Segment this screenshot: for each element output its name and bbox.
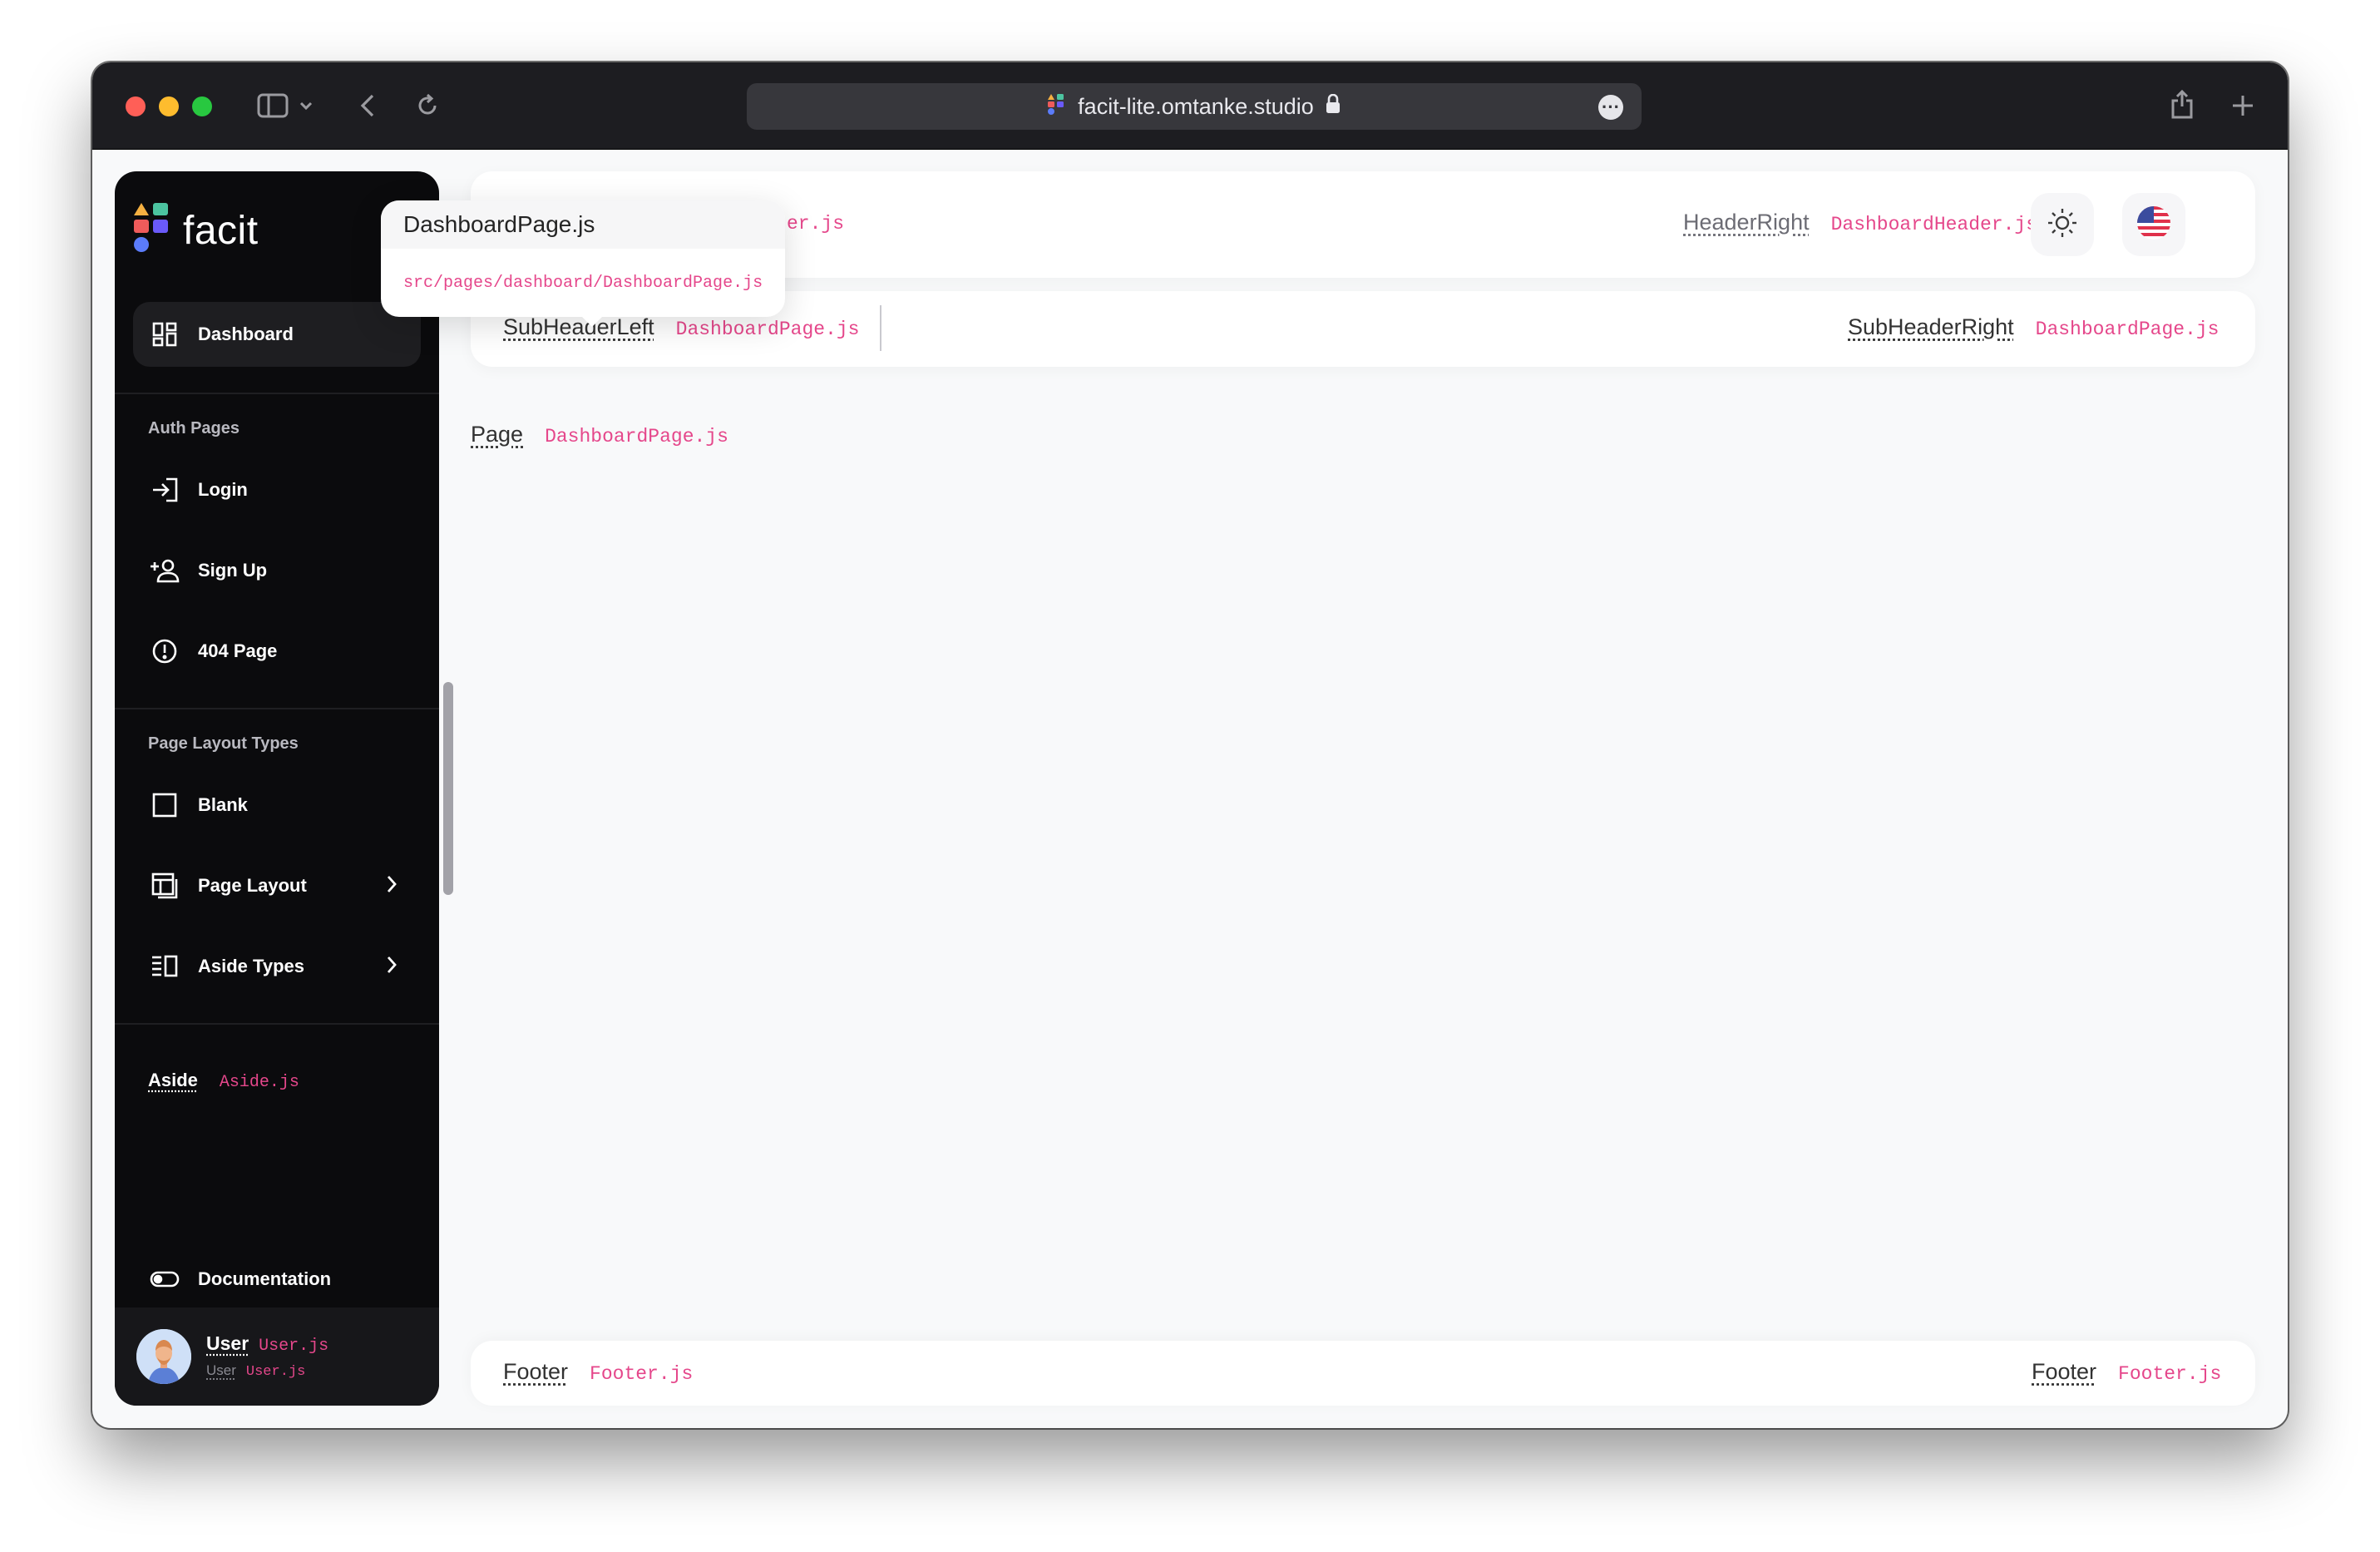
sidebar-toggle-icon[interactable] bbox=[255, 89, 290, 122]
footer-right-file: Footer.js bbox=[2118, 1363, 2222, 1385]
facit-logo-icon bbox=[133, 201, 170, 260]
nav-dashboard-label: Dashboard bbox=[198, 324, 294, 344]
new-tab-icon[interactable] bbox=[2228, 91, 2258, 121]
login-icon bbox=[150, 475, 180, 505]
nav-sign-up-label: Sign Up bbox=[198, 560, 268, 581]
address-bar[interactable]: facit-lite.omtanke.studio ··· bbox=[747, 83, 1642, 130]
nav-page-layout[interactable]: Page Layout bbox=[133, 853, 421, 918]
user-name-file: User.js bbox=[259, 1337, 329, 1356]
nav-blank[interactable]: Blank bbox=[133, 773, 421, 838]
subheader-left-label: SubHeaderLeft bbox=[503, 314, 654, 339]
footer-left: Footer Footer.js bbox=[503, 1359, 693, 1385]
user-menu[interactable]: User User.js User User.js bbox=[115, 1307, 439, 1406]
section-page-layout-types: Page Layout Types bbox=[148, 734, 299, 753]
popover-arrow bbox=[580, 315, 604, 327]
popover-title: DashboardPage.js bbox=[381, 200, 785, 249]
header-right-file: DashboardHeader.js bbox=[1830, 214, 2038, 235]
lock-icon bbox=[1326, 93, 1341, 120]
brand-logo[interactable]: facit bbox=[133, 201, 259, 260]
aside-divider bbox=[115, 393, 439, 394]
subheader-separator bbox=[880, 305, 881, 351]
language-button[interactable] bbox=[2122, 193, 2185, 256]
chevron-right-icon bbox=[386, 874, 397, 899]
subheader-right-file: DashboardPage.js bbox=[2035, 319, 2220, 340]
toggle-icon bbox=[150, 1264, 180, 1294]
nav-404-label: 404 Page bbox=[198, 640, 278, 661]
sun-icon bbox=[2046, 206, 2079, 244]
file-path-popover: DashboardPage.js src/pages/dashboard/Das… bbox=[381, 200, 785, 327]
header-left: er.js bbox=[787, 213, 844, 235]
site-favicon-icon bbox=[1048, 93, 1066, 121]
nav-aside-types[interactable]: Aside Types bbox=[133, 934, 421, 999]
footer-right: Footer Footer.js bbox=[2032, 1359, 2221, 1385]
us-flag-icon bbox=[2136, 205, 2172, 245]
user-role-file: User.js bbox=[245, 1364, 306, 1380]
subheader-left-file: DashboardPage.js bbox=[675, 319, 860, 340]
user-name-row: User User.js bbox=[206, 1332, 328, 1356]
reload-icon[interactable] bbox=[413, 91, 442, 121]
nav-dashboard[interactable]: Dashboard bbox=[133, 302, 421, 367]
page-layout-icon bbox=[150, 871, 180, 901]
back-icon[interactable] bbox=[355, 91, 380, 121]
user-role-row: User User.js bbox=[206, 1362, 305, 1380]
nav-documentation[interactable]: Documentation bbox=[133, 1247, 421, 1312]
aside-file-name: Aside.js bbox=[219, 1073, 299, 1092]
header-right: HeaderRight DashboardHeader.js bbox=[1683, 210, 2037, 235]
theme-toggle-button[interactable] bbox=[2031, 193, 2094, 256]
browser-window: facit-lite.omtanke.studio ··· facit Dash… bbox=[92, 62, 2288, 1428]
nav-blank-label: Blank bbox=[198, 794, 248, 815]
page-label: Page bbox=[471, 422, 524, 447]
header-left-file: er.js bbox=[787, 213, 845, 235]
nav-aside-types-label: Aside Types bbox=[198, 956, 304, 976]
subheader-left: SubHeaderLeft DashboardPage.js bbox=[503, 314, 859, 340]
minimize-window-button[interactable] bbox=[159, 96, 179, 116]
chevron-down-icon[interactable] bbox=[297, 96, 315, 116]
aside-component-label: Aside Aside.js bbox=[148, 1070, 299, 1092]
alert-circle-icon bbox=[150, 636, 180, 666]
nav-login[interactable]: Login bbox=[133, 457, 421, 522]
nav-login-label: Login bbox=[198, 479, 248, 500]
nav-404-page[interactable]: 404 Page bbox=[133, 619, 421, 684]
browser-titlebar: facit-lite.omtanke.studio ··· bbox=[92, 62, 2288, 150]
user-name: User bbox=[206, 1332, 249, 1354]
aside-divider bbox=[115, 708, 439, 709]
nav-documentation-label: Documentation bbox=[198, 1268, 332, 1289]
nav-sign-up[interactable]: Sign Up bbox=[133, 538, 421, 603]
scrollbar[interactable] bbox=[443, 682, 453, 895]
footer-left-label: Footer bbox=[503, 1359, 569, 1384]
url-text: facit-lite.omtanke.studio bbox=[1078, 93, 1314, 119]
aside: facit Dashboard Auth Pages Login Sign Up bbox=[115, 171, 439, 1406]
subheader-right: SubHeaderRight DashboardPage.js bbox=[1848, 314, 2219, 340]
section-auth-pages: Auth Pages bbox=[148, 419, 240, 437]
popover-path: src/pages/dashboard/DashboardPage.js bbox=[403, 274, 763, 293]
brand-name: facit bbox=[183, 209, 259, 253]
footer-left-file: Footer.js bbox=[590, 1363, 694, 1385]
footer-right-label: Footer bbox=[2032, 1359, 2097, 1384]
nav-page-layout-label: Page Layout bbox=[198, 875, 307, 896]
dashboard-icon bbox=[150, 319, 180, 349]
more-options-icon[interactable]: ··· bbox=[1598, 95, 1623, 120]
aside-divider bbox=[115, 1023, 439, 1025]
aside-types-icon bbox=[150, 951, 180, 981]
add-user-icon bbox=[150, 556, 180, 586]
chevron-right-icon bbox=[386, 955, 397, 980]
page-content-label: Page DashboardPage.js bbox=[471, 422, 728, 447]
zoom-window-button[interactable] bbox=[192, 96, 212, 116]
aside-label-text: Aside bbox=[148, 1070, 198, 1090]
user-role: User bbox=[206, 1362, 236, 1378]
footer: Footer Footer.js Footer Footer.js bbox=[471, 1341, 2255, 1406]
close-window-button[interactable] bbox=[126, 96, 146, 116]
subheader-right-label: SubHeaderRight bbox=[1848, 314, 2014, 339]
avatar[interactable] bbox=[136, 1329, 191, 1384]
page-file: DashboardPage.js bbox=[545, 426, 728, 447]
share-icon[interactable] bbox=[2167, 86, 2197, 122]
square-icon bbox=[150, 790, 180, 820]
header-right-label: HeaderRight bbox=[1683, 210, 1810, 235]
